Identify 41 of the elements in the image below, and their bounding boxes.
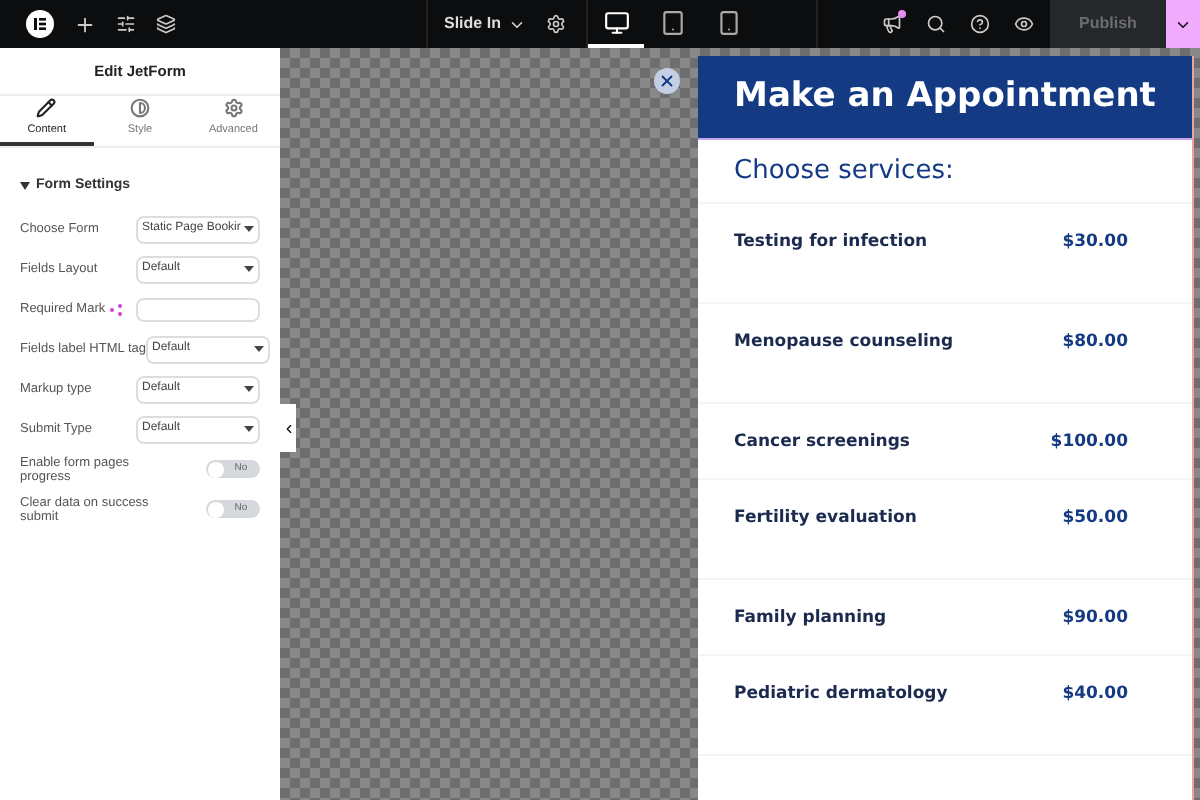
layers-icon[interactable]: [156, 14, 176, 34]
service-price: $80.00: [1062, 330, 1128, 356]
service-price: $50.00: [1062, 506, 1128, 532]
section-heading: Choose services:: [734, 153, 954, 190]
service-name: Fertility evaluation: [734, 506, 917, 532]
settings-icon: [223, 98, 244, 119]
megaphone-icon[interactable]: [882, 14, 902, 34]
service-name: Pediatric dermatology: [734, 682, 948, 708]
popup-title: Make an Appointment: [734, 73, 1156, 120]
pencil-icon: [36, 98, 57, 119]
caret-icon: [253, 346, 264, 352]
service-price: $40.00: [1062, 682, 1128, 708]
search-icon[interactable]: [926, 14, 946, 34]
caret-icon: [244, 226, 254, 232]
service-name: Cancer screenings: [734, 430, 910, 456]
close-button[interactable]: [654, 68, 680, 94]
dynamic-tags-icon[interactable]: [109, 303, 122, 315]
service-price: $100.00: [1050, 430, 1128, 456]
template-dropdown[interactable]: Slide In: [444, 12, 527, 36]
help-icon[interactable]: [970, 14, 990, 34]
input-field[interactable]: [136, 297, 260, 321]
chevron-icon: [281, 421, 295, 435]
service-price: $90.00: [1062, 606, 1128, 632]
logo-icon[interactable]: [26, 10, 54, 38]
service-name: Menopause counseling: [734, 330, 954, 356]
caret-icon: [244, 426, 254, 432]
contrast-icon: [130, 98, 150, 119]
service-name: Family planning: [734, 606, 887, 632]
preview-icon[interactable]: [1014, 14, 1034, 34]
mobile-icon: [715, 9, 741, 35]
caret-icon: [244, 386, 254, 392]
sliders-icon[interactable]: [116, 14, 136, 34]
desktop-icon: [603, 9, 629, 35]
tablet-icon: [659, 9, 685, 35]
caret-icon: [244, 266, 254, 272]
service-price: $30.00: [1062, 230, 1128, 256]
close-icon: [658, 72, 676, 90]
service-name: Testing for infection: [734, 230, 928, 256]
add-icon[interactable]: [74, 13, 96, 35]
settings-icon[interactable]: [546, 14, 567, 34]
caret-icon: [20, 182, 30, 191]
